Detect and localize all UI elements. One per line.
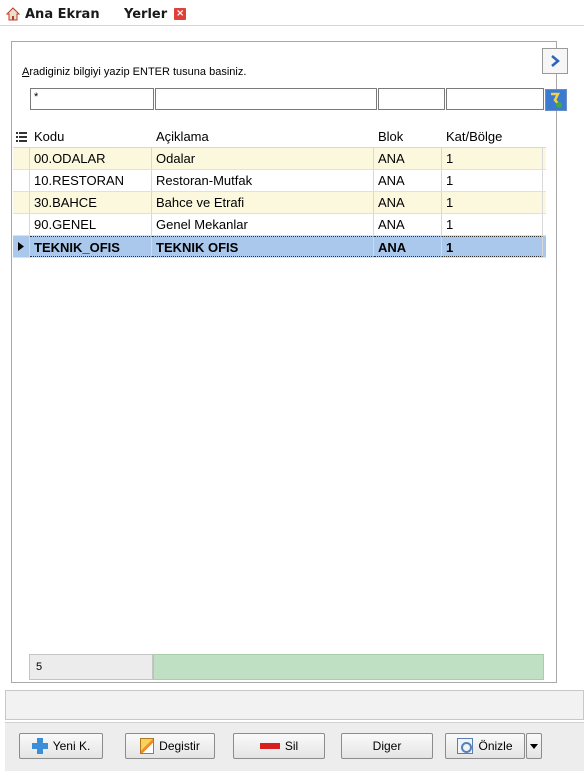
cell-aciklama[interactable]: Genel Mekanlar: [152, 214, 374, 235]
new-record-button[interactable]: Yeni K.: [19, 733, 103, 759]
status-strip: [5, 690, 584, 720]
grid-header: Kodu Açiklama Blok Kat/Bölge: [13, 126, 546, 148]
edit-label: Degistir: [159, 739, 200, 753]
cell-blok[interactable]: ANA: [374, 148, 442, 169]
pencil-icon: [140, 738, 155, 754]
column-header-kodu[interactable]: Kodu: [30, 126, 152, 147]
column-header-kat-bolge[interactable]: Kat/Bölge: [442, 126, 543, 147]
column-header-aciklama[interactable]: Açiklama: [152, 126, 374, 147]
tab-yerler[interactable]: Yerler ×: [124, 3, 187, 25]
preview-label: Önizle: [478, 739, 513, 753]
next-arrow-button[interactable]: [542, 48, 568, 74]
chevron-down-icon: [530, 743, 538, 749]
search-hint: Aradiginiz bilgiyi yazip ENTER tusuna ba…: [22, 66, 246, 78]
cell-kat[interactable]: 1: [442, 192, 543, 213]
cell-kat[interactable]: 1: [442, 170, 543, 191]
row-indicator: [13, 214, 30, 235]
cell-kodu[interactable]: 00.ODALAR: [30, 148, 152, 169]
cell-blok[interactable]: ANA: [374, 192, 442, 213]
cell-kodu[interactable]: 10.RESTORAN: [30, 170, 152, 191]
other-button[interactable]: Diger: [341, 733, 433, 759]
clear-filter-button[interactable]: [545, 89, 567, 111]
tab-label: Yerler: [124, 6, 168, 22]
cell-aciklama[interactable]: Restoran-Mutfak: [152, 170, 374, 191]
footer-summary-bar: [153, 654, 544, 680]
row-indicator: [13, 170, 30, 191]
new-record-label: Yeni K.: [52, 739, 91, 753]
cell-kodu[interactable]: TEKNIK_OFIS: [30, 236, 152, 257]
filter-row: *: [30, 88, 545, 110]
filter-kat-input[interactable]: [446, 88, 544, 110]
column-header-blok[interactable]: Blok: [374, 126, 442, 147]
table-row[interactable]: 90.GENEL Genel Mekanlar ANA 1: [13, 214, 546, 236]
table-row[interactable]: 00.ODALAR Odalar ANA 1: [13, 148, 546, 170]
other-label: Diger: [372, 739, 402, 753]
cell-blok[interactable]: ANA: [374, 214, 442, 235]
cell-aciklama[interactable]: TEKNIK OFIS: [152, 236, 374, 257]
column-chooser-icon[interactable]: [13, 126, 30, 147]
row-indicator: [13, 192, 30, 213]
cell-aciklama[interactable]: Bahce ve Etrafi: [152, 192, 374, 213]
bottom-toolbar: Yeni K. Degistir Sil Diger Önizle: [5, 722, 584, 771]
cell-kat[interactable]: 1: [442, 214, 543, 235]
cell-blok[interactable]: ANA: [374, 236, 442, 257]
row-indicator: [13, 148, 30, 169]
current-row-arrow-icon: [13, 236, 30, 257]
table-row[interactable]: 30.BAHCE Bahce ve Etrafi ANA 1: [13, 192, 546, 214]
cell-kodu[interactable]: 30.BAHCE: [30, 192, 152, 213]
edit-button[interactable]: Degistir: [125, 733, 215, 759]
table-row-selected[interactable]: TEKNIK_OFIS TEKNIK OFIS ANA 1: [13, 236, 546, 258]
cell-aciklama[interactable]: Odalar: [152, 148, 374, 169]
plus-icon: [31, 738, 48, 754]
tab-bar: Ana Ekran Yerler ×: [0, 0, 584, 26]
minus-icon: [259, 743, 280, 749]
tab-ana-ekran[interactable]: Ana Ekran: [5, 3, 100, 25]
preview-icon: [457, 738, 474, 754]
chevron-right-icon: [551, 55, 560, 67]
filter-aciklama-input[interactable]: [155, 88, 377, 110]
preview-dropdown-button[interactable]: [526, 733, 542, 759]
filter-blok-input[interactable]: [378, 88, 445, 110]
places-grid: Kodu Açiklama Blok Kat/Bölge 00.ODALAR O…: [13, 126, 546, 258]
record-count: 5: [29, 654, 153, 680]
tab-label: Ana Ekran: [25, 6, 100, 22]
home-icon: [5, 7, 21, 21]
table-row[interactable]: 10.RESTORAN Restoran-Mutfak ANA 1: [13, 170, 546, 192]
cell-kat[interactable]: 1: [442, 236, 543, 257]
delete-button[interactable]: Sil: [233, 733, 325, 759]
cell-blok[interactable]: ANA: [374, 170, 442, 191]
cell-kodu[interactable]: 90.GENEL: [30, 214, 152, 235]
delete-label: Sil: [284, 739, 299, 753]
grid-footer: 5: [29, 654, 544, 680]
cell-kat[interactable]: 1: [442, 148, 543, 169]
eraser-icon: [546, 90, 566, 110]
preview-button[interactable]: Önizle: [445, 733, 525, 759]
close-icon[interactable]: ×: [174, 8, 187, 20]
filter-kodu-input[interactable]: *: [30, 88, 154, 110]
search-hint-text: radiginiz bilgiyi yazip ENTER tusuna bas…: [29, 66, 247, 78]
